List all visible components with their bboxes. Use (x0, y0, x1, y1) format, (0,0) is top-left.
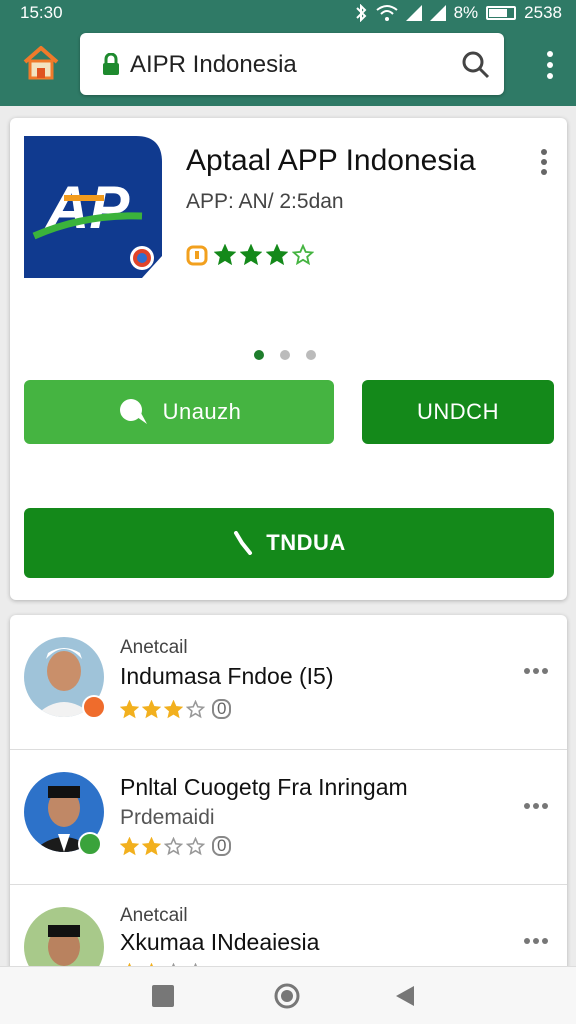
rating-count: 0 (212, 699, 232, 719)
battery-icon (486, 6, 517, 20)
pager-dot[interactable] (254, 350, 264, 360)
home-circle-icon[interactable] (274, 983, 300, 1009)
list-item-title: Xkumaa INdeaiesia (120, 929, 320, 955)
signal-icon (405, 5, 422, 21)
home-icon[interactable] (22, 44, 60, 82)
url-text[interactable]: AIPR Indonesia (130, 51, 297, 79)
rating-count: 0 (212, 836, 232, 856)
more-horiz-icon[interactable] (523, 802, 549, 810)
tndua-label: TNDUA (266, 530, 346, 555)
status-icons: 8% 2538 (354, 3, 562, 23)
undch-button[interactable]: UNDCH (362, 380, 554, 444)
star-filled-icon (240, 244, 262, 266)
app-stars (214, 244, 314, 266)
app-subtitle: APP: AN/ 2:5dan (186, 190, 344, 213)
card-more-icon[interactable] (539, 148, 549, 176)
app-rating (186, 244, 314, 266)
app-list: Anetcail Indumasa Fndoe (I5) 0 Pnltal Cu… (10, 615, 567, 975)
star-filled-icon (120, 836, 139, 855)
more-vert-icon[interactable] (544, 50, 556, 80)
list-item-kicker: Anetcail (120, 637, 188, 658)
wifi-icon (375, 5, 398, 21)
tndua-button[interactable]: TNDUA (24, 508, 554, 578)
star-filled-icon (266, 244, 288, 266)
browser-header: 15:30 8% 2538 AIPR Indonesia (0, 0, 576, 106)
app-card: AP Aptaal APP Indonesia APP: AN/ 2:5dan … (10, 118, 567, 600)
battery-percent: 8% (453, 3, 479, 22)
signal-icon-2 (429, 5, 446, 21)
phone-icon (234, 531, 253, 555)
star-empty-icon (186, 836, 205, 855)
avatar-badge (78, 832, 102, 856)
age-rating-icon (186, 245, 208, 266)
list-item-title: Indumasa Fndoe (I5) (120, 663, 334, 689)
list-item[interactable]: Pnltal Cuogetg Fra Inringam Prdemaidi 0 (10, 750, 567, 885)
list-item-kicker: Anetcail (120, 905, 188, 926)
star-empty-icon (164, 836, 183, 855)
list-item-rating: 0 (120, 699, 232, 719)
avatar (24, 907, 104, 975)
recents-square-icon[interactable] (150, 983, 176, 1009)
search-icon[interactable] (460, 49, 490, 79)
star-empty-icon (186, 699, 205, 718)
list-item-title: Pnltal Cuogetg Fra Inringam (120, 774, 408, 800)
star-filled-icon (214, 244, 236, 266)
list-item-subtitle: Prdemaidi (120, 806, 215, 829)
status-time: 15:30 (20, 3, 63, 22)
back-triangle-icon[interactable] (392, 983, 418, 1009)
avatar-badge (82, 695, 106, 719)
more-horiz-icon[interactable] (523, 937, 549, 945)
screenshot-pager[interactable] (254, 350, 316, 360)
star-filled-icon (120, 699, 139, 718)
undch-label: UNDCH (417, 399, 499, 424)
more-horiz-icon[interactable] (523, 667, 549, 675)
app-title: Aptaal APP Indonesia (186, 144, 476, 177)
star-empty-icon (292, 244, 314, 266)
status-bar: 15:30 8% 2538 (0, 0, 576, 26)
system-nav-bar (0, 966, 576, 1024)
status-right-text: 2538 (524, 3, 562, 22)
bluetooth-icon (355, 4, 367, 22)
app-logo[interactable]: AP (24, 136, 162, 278)
list-item[interactable]: Anetcail Xkumaa INdeaiesia (10, 885, 567, 975)
star-filled-icon (142, 699, 161, 718)
pager-dot[interactable] (280, 350, 290, 360)
lock-icon (103, 53, 119, 75)
star-filled-icon (164, 699, 183, 718)
list-item[interactable]: Anetcail Indumasa Fndoe (I5) 0 (10, 615, 567, 750)
star-filled-icon (142, 836, 161, 855)
unauth-label: Unauzh (162, 399, 242, 424)
chat-icon (119, 399, 147, 424)
list-item-rating: 0 (120, 836, 232, 856)
url-bar[interactable]: AIPR Indonesia (80, 33, 504, 95)
unauth-button[interactable]: Unauzh (24, 380, 334, 444)
pager-dot[interactable] (306, 350, 316, 360)
